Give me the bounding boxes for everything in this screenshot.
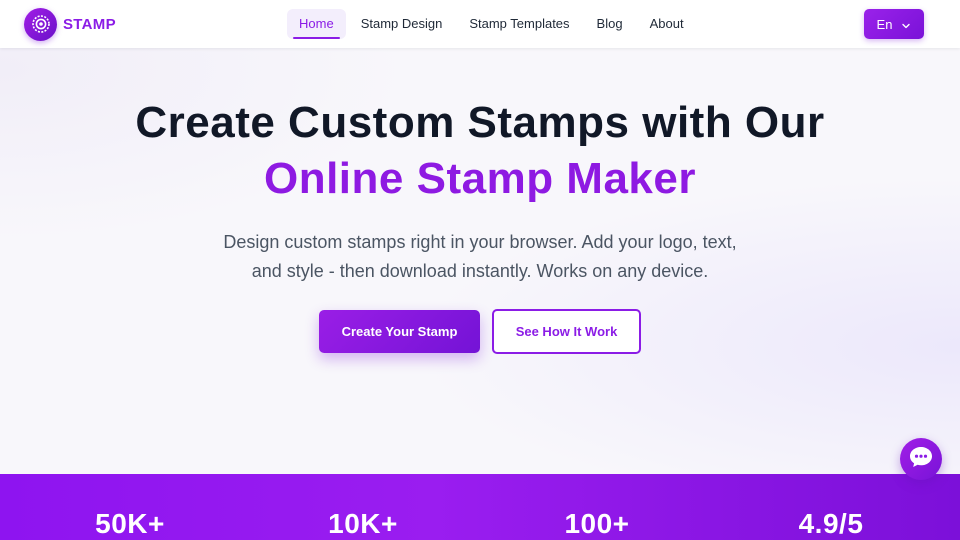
top-navbar: STAMP Home Stamp Design Stamp Templates … xyxy=(0,0,960,48)
see-how-it-works-button[interactable]: See How It Work xyxy=(492,309,641,354)
logo-text: STAMP xyxy=(63,15,116,33)
chat-bubble-icon xyxy=(908,445,934,474)
hero-subtitle-line-2: and style - then download instantly. Wor… xyxy=(251,261,709,281)
chevron-down-icon xyxy=(901,19,911,29)
stat-value: 50K+ xyxy=(95,508,165,539)
hero-section: Create Custom Stamps with Our Online Sta… xyxy=(0,48,960,474)
stat-value: 100+ xyxy=(564,508,630,539)
nav-item-about[interactable]: About xyxy=(638,9,696,39)
hero-subtitle: Design custom stamps right in your brows… xyxy=(180,228,780,286)
language-select-button[interactable]: En xyxy=(864,9,924,39)
logo[interactable]: STAMP xyxy=(24,7,116,41)
stat-value: 10K+ xyxy=(328,508,398,539)
hero-title-highlight: Online Stamp Maker xyxy=(263,154,696,203)
nav-item-blog[interactable]: Blog xyxy=(585,9,635,39)
stats-band: 50K+ 10K+ 100+ 4.9/5 xyxy=(0,474,960,540)
hero-subtitle-line-1: Design custom stamps right in your brows… xyxy=(223,232,737,252)
nav-item-stamp-design[interactable]: Stamp Design xyxy=(349,9,455,39)
hero-title: Create Custom Stamps with Our xyxy=(135,98,825,147)
stamp-seal-icon xyxy=(24,7,57,41)
main-nav: Home Stamp Design Stamp Templates Blog A… xyxy=(287,9,699,39)
nav-item-stamp-templates[interactable]: Stamp Templates xyxy=(457,9,581,39)
language-label: En xyxy=(876,16,893,32)
chat-button[interactable] xyxy=(900,438,942,480)
stat-value: 4.9/5 xyxy=(798,508,864,539)
nav-item-home[interactable]: Home xyxy=(287,9,346,39)
create-stamp-button[interactable]: Create Your Stamp xyxy=(319,310,480,353)
